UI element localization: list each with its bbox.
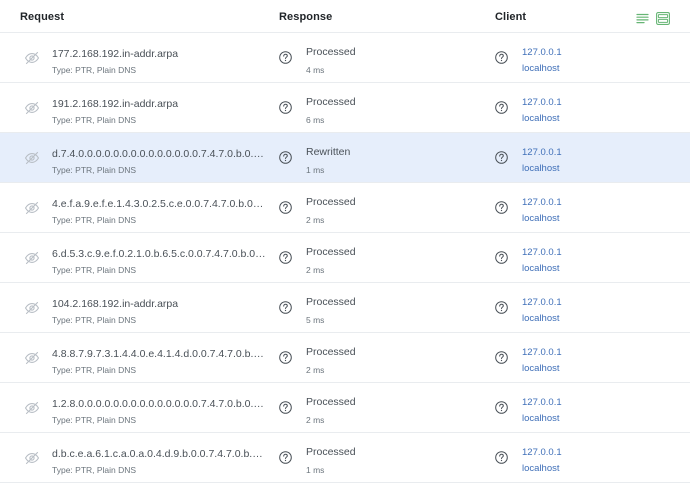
hidden-eye-icon[interactable] (24, 450, 40, 466)
query-log-header: Request Response Client (0, 0, 690, 33)
column-header-client: Client (495, 11, 527, 23)
request-type: Type: PTR, Plain DNS (52, 65, 137, 75)
query-log-row[interactable]: 4.8.8.7.9.7.3.1.4.4.0.e.4.1.4.d.0.0.7.4.… (0, 333, 690, 383)
request-domain: d.7.4.0.0.0.0.0.0.0.0.0.0.0.0.0.0.7.4.7.… (52, 148, 266, 160)
query-log-row[interactable]: 4.e.f.a.9.e.f.e.1.4.3.0.2.5.c.e.0.0.7.4.… (0, 183, 690, 233)
client-host-link[interactable]: localhost (522, 113, 560, 124)
response-help-icon[interactable] (279, 351, 292, 364)
client-help-icon[interactable] (495, 51, 508, 64)
request-type: Type: PTR, Plain DNS (52, 365, 137, 375)
request-type: Type: PTR, Plain DNS (52, 415, 137, 425)
client-host-link[interactable]: localhost (522, 463, 560, 474)
response-status: Processed (306, 46, 356, 58)
request-type: Type: PTR, Plain DNS (52, 115, 137, 125)
request-domain: 4.e.f.a.9.e.f.e.1.4.3.0.2.5.c.e.0.0.7.4.… (52, 198, 266, 210)
query-log-list: 177.2.168.192.in-addr.arpa Type: PTR, Pla… (0, 32, 690, 483)
response-status: Processed (306, 396, 356, 408)
client-help-icon[interactable] (495, 151, 508, 164)
client-ip-link[interactable]: 127.0.0.1 (522, 347, 562, 358)
hidden-eye-icon[interactable] (24, 200, 40, 216)
hidden-eye-icon[interactable] (24, 400, 40, 416)
hidden-eye-icon[interactable] (24, 150, 40, 166)
query-log-row[interactable]: 177.2.168.192.in-addr.arpa Type: PTR, Pla… (0, 32, 690, 83)
hidden-eye-icon[interactable] (24, 100, 40, 116)
request-type: Type: PTR, Plain DNS (52, 315, 137, 325)
response-elapsed: 6 ms (306, 115, 325, 125)
response-elapsed: 1 ms (306, 465, 325, 475)
client-help-icon[interactable] (495, 251, 508, 264)
response-status: Processed (306, 296, 356, 308)
response-elapsed: 2 ms (306, 415, 325, 425)
client-ip-link[interactable]: 127.0.0.1 (522, 147, 562, 158)
response-status: Rewritten (306, 146, 351, 158)
response-status: Processed (306, 446, 356, 458)
response-help-icon[interactable] (279, 51, 292, 64)
request-domain: 177.2.168.192.in-addr.arpa (52, 48, 179, 60)
client-host-link[interactable]: localhost (522, 213, 560, 224)
response-help-icon[interactable] (279, 401, 292, 414)
client-ip-link[interactable]: 127.0.0.1 (522, 47, 562, 58)
request-type: Type: PTR, Plain DNS (52, 465, 137, 475)
request-domain: 6.d.5.3.c.9.e.f.0.2.1.0.b.6.5.c.0.0.7.4.… (52, 248, 266, 260)
hidden-eye-icon[interactable] (24, 50, 40, 66)
response-elapsed: 2 ms (306, 265, 325, 275)
client-host-link[interactable]: localhost (522, 413, 560, 424)
client-ip-link[interactable]: 127.0.0.1 (522, 447, 562, 458)
response-status: Processed (306, 346, 356, 358)
request-type: Type: PTR, Plain DNS (52, 215, 137, 225)
response-help-icon[interactable] (279, 101, 292, 114)
request-type: Type: PTR, Plain DNS (52, 265, 137, 275)
response-help-icon[interactable] (279, 301, 292, 314)
response-help-icon[interactable] (279, 151, 292, 164)
client-ip-link[interactable]: 127.0.0.1 (522, 197, 562, 208)
query-log-row[interactable]: d.b.c.e.a.6.1.c.a.0.a.0.4.d.9.b.0.0.7.4.… (0, 433, 690, 483)
request-type: Type: PTR, Plain DNS (52, 165, 137, 175)
query-log-row[interactable]: 6.d.5.3.c.9.e.f.0.2.1.0.b.6.5.c.0.0.7.4.… (0, 233, 690, 283)
client-host-link[interactable]: localhost (522, 313, 560, 324)
client-help-icon[interactable] (495, 201, 508, 214)
client-ip-link[interactable]: 127.0.0.1 (522, 397, 562, 408)
response-elapsed: 2 ms (306, 215, 325, 225)
client-help-icon[interactable] (495, 301, 508, 314)
request-domain: 191.2.168.192.in-addr.arpa (52, 98, 179, 110)
client-host-link[interactable]: localhost (522, 263, 560, 274)
response-elapsed: 1 ms (306, 165, 325, 175)
client-ip-link[interactable]: 127.0.0.1 (522, 247, 562, 258)
hidden-eye-icon[interactable] (24, 250, 40, 266)
response-help-icon[interactable] (279, 201, 292, 214)
client-host-link[interactable]: localhost (522, 63, 560, 74)
response-status: Processed (306, 196, 356, 208)
response-elapsed: 2 ms (306, 365, 325, 375)
response-elapsed: 5 ms (306, 315, 325, 325)
client-help-icon[interactable] (495, 401, 508, 414)
response-status: Processed (306, 246, 356, 258)
column-header-response: Response (279, 11, 333, 23)
hidden-eye-icon[interactable] (24, 300, 40, 316)
request-domain: d.b.c.e.a.6.1.c.a.0.a.0.4.d.9.b.0.0.7.4.… (52, 448, 266, 460)
hidden-eye-icon[interactable] (24, 350, 40, 366)
client-help-icon[interactable] (495, 101, 508, 114)
response-help-icon[interactable] (279, 251, 292, 264)
client-help-icon[interactable] (495, 351, 508, 364)
column-header-request: Request (20, 11, 65, 23)
client-host-link[interactable]: localhost (522, 363, 560, 374)
request-domain: 1.2.8.0.0.0.0.0.0.0.0.0.0.0.0.0.0.7.4.7.… (52, 398, 266, 410)
client-ip-link[interactable]: 127.0.0.1 (522, 297, 562, 308)
client-help-icon[interactable] (495, 451, 508, 464)
client-host-link[interactable]: localhost (522, 163, 560, 174)
list-default-icon[interactable] (656, 11, 670, 25)
response-help-icon[interactable] (279, 451, 292, 464)
query-log-row[interactable]: 191.2.168.192.in-addr.arpa Type: PTR, Pla… (0, 83, 690, 133)
query-log-row[interactable]: 1.2.8.0.0.0.0.0.0.0.0.0.0.0.0.0.0.7.4.7.… (0, 383, 690, 433)
query-log-row[interactable]: d.7.4.0.0.0.0.0.0.0.0.0.0.0.0.0.0.7.4.7.… (0, 133, 690, 183)
response-status: Processed (306, 96, 356, 108)
list-compact-icon[interactable] (635, 11, 649, 25)
query-log-row[interactable]: 104.2.168.192.in-addr.arpa Type: PTR, Pla… (0, 283, 690, 333)
response-elapsed: 4 ms (306, 65, 325, 75)
request-domain: 4.8.8.7.9.7.3.1.4.4.0.e.4.1.4.d.0.0.7.4.… (52, 348, 266, 360)
client-ip-link[interactable]: 127.0.0.1 (522, 97, 562, 108)
request-domain: 104.2.168.192.in-addr.arpa (52, 298, 179, 310)
